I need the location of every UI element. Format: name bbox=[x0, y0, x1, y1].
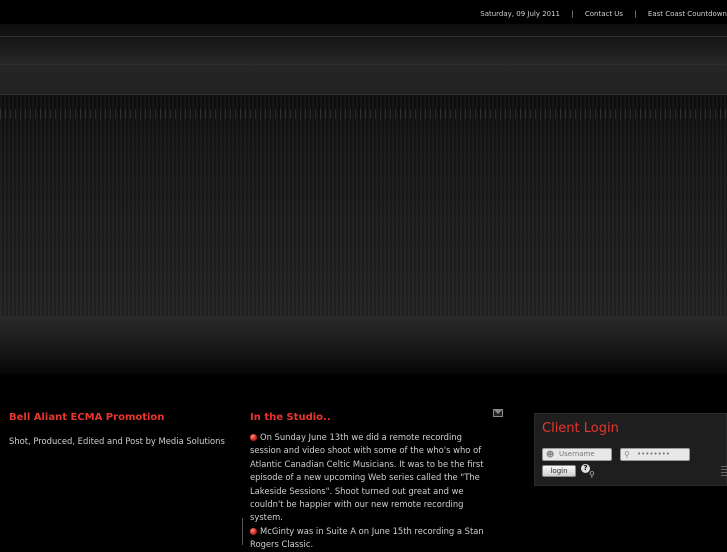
username-field[interactable]: ☻ Username bbox=[542, 448, 612, 461]
login-title: Client Login bbox=[542, 421, 619, 436]
password-field[interactable]: ⚲ •••••••• bbox=[620, 448, 690, 461]
east-coast-countdown-link[interactable]: East Coast Countdown bbox=[648, 10, 727, 18]
promo-column: Bell Aliant ECMA Promotion Shot, Produce… bbox=[9, 412, 234, 448]
divider bbox=[0, 64, 727, 65]
top-bar: Saturday, 09 July 2011 | Contact Us | Ea… bbox=[0, 0, 727, 24]
top-links: Saturday, 09 July 2011 | Contact Us | Ea… bbox=[480, 10, 727, 18]
studio-news: On Sunday June 13th we did a remote reco… bbox=[250, 431, 490, 552]
divider bbox=[0, 36, 727, 37]
column-divider bbox=[242, 518, 243, 545]
header-band bbox=[0, 24, 727, 94]
separator: | bbox=[571, 10, 574, 18]
list-item: McGinty was in Suite A on June 15th reco… bbox=[250, 525, 490, 552]
studio-column: In the Studio.. On Sunday June 13th we d… bbox=[250, 412, 490, 552]
current-date: Saturday, 09 July 2011 bbox=[480, 10, 561, 18]
list-item: On Sunday June 13th we did a remote reco… bbox=[250, 431, 490, 525]
news-text: McGinty was in Suite A on June 15th reco… bbox=[250, 525, 484, 550]
hero-texture bbox=[0, 109, 727, 119]
login-button[interactable]: login bbox=[542, 465, 576, 477]
bullet-icon bbox=[250, 434, 257, 441]
studio-heading[interactable]: In the Studio.. bbox=[250, 412, 490, 423]
client-login-panel: Client Login ☻ Username ⚲ •••••••• login… bbox=[534, 413, 727, 486]
key-icon: ⚲ bbox=[589, 470, 595, 479]
contact-us-link[interactable]: Contact Us bbox=[585, 10, 623, 18]
resize-grip[interactable] bbox=[721, 466, 727, 476]
mail-icon[interactable] bbox=[493, 409, 503, 417]
bullet-icon bbox=[250, 527, 257, 535]
password-value: •••••••• bbox=[637, 450, 671, 458]
user-icon: ☻ bbox=[546, 450, 555, 459]
hero-banner bbox=[0, 94, 727, 317]
news-text: On Sunday June 13th we did a remote reco… bbox=[250, 432, 484, 523]
promo-heading[interactable]: Bell Aliant ECMA Promotion bbox=[9, 412, 234, 423]
lower-band bbox=[0, 316, 727, 374]
username-placeholder: Username bbox=[559, 450, 595, 458]
lock-icon: ⚲ bbox=[624, 450, 630, 459]
separator: | bbox=[634, 10, 637, 18]
promo-text: Shot, Produced, Edited and Post by Media… bbox=[9, 436, 225, 446]
